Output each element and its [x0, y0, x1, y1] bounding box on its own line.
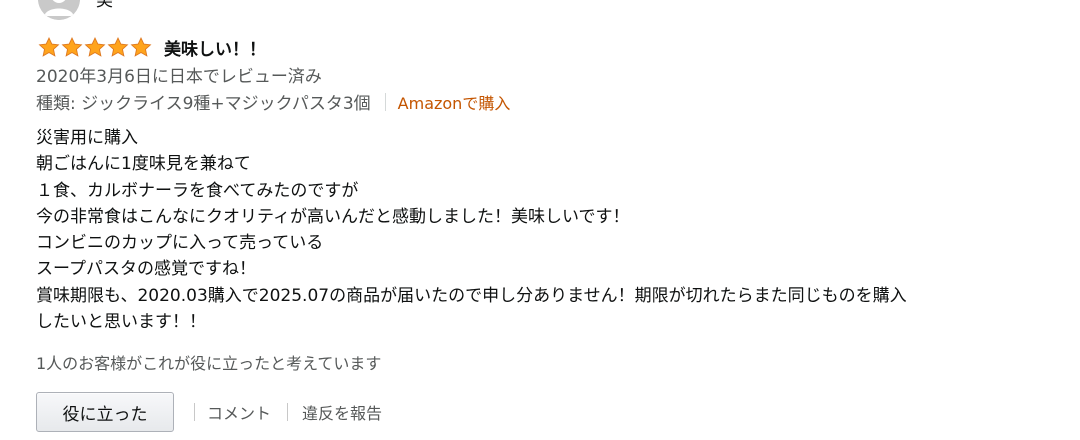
- review-title[interactable]: 美味しい！！: [164, 35, 266, 60]
- star-icon: [107, 36, 129, 58]
- star-icon: [84, 36, 106, 58]
- review-body: 災害用に購入 朝ごはんに1度味見を兼ねて １食、カルボナーラを食べてみたのですが…: [36, 125, 1046, 335]
- star-icon: [130, 36, 152, 58]
- avatar: [38, 0, 80, 20]
- review-line: 災害用に購入: [36, 128, 138, 148]
- user-icon: [38, 0, 80, 20]
- verified-purchase-badge: Amazonで購入: [397, 93, 511, 113]
- review-line: コンビニのカップに入って売っている: [36, 233, 324, 254]
- rating-row: 美味しい！！: [38, 34, 266, 60]
- review-date: 2020年3月6日に日本でレビュー済み: [36, 67, 322, 87]
- review-line: １食、カルボナーラを食べてみたのですが: [36, 180, 359, 201]
- review-actions: 役に立った コメント 違反を報告: [36, 391, 382, 433]
- divider: [287, 403, 289, 421]
- report-abuse-link[interactable]: 違反を報告: [302, 400, 382, 424]
- divider: [194, 403, 195, 421]
- star-icon: [61, 36, 83, 58]
- variant-row: 種類: ジックライス9種+マジックパスタ3個 Amazonで購入: [36, 89, 510, 114]
- review-line: 賞味期限も、2020.03購入で2025.07の商品が届いたので申し分ありません…: [36, 285, 907, 306]
- star-icon: [38, 36, 60, 58]
- helpful-button[interactable]: 役に立った: [36, 392, 174, 432]
- review-line: スープパスタの感覚ですね！: [36, 259, 256, 280]
- product-variant[interactable]: 種類: ジックライス9種+マジックパスタ3個: [36, 89, 371, 114]
- reviewer-name[interactable]: 美: [96, 0, 113, 11]
- divider: [384, 92, 386, 111]
- review-line: 今の非常食はこんなにクオリティが高いんだと感動しました！美味しいです！: [36, 206, 630, 227]
- comment-link[interactable]: コメント: [207, 400, 271, 424]
- star-rating[interactable]: [38, 36, 152, 58]
- review-line: したいと思います！！: [36, 312, 206, 333]
- review-line: 朝ごはんに1度味見を兼ねて: [36, 154, 251, 175]
- helpful-count: 1人のお客様がこれが役に立ったと考えています: [36, 354, 382, 373]
